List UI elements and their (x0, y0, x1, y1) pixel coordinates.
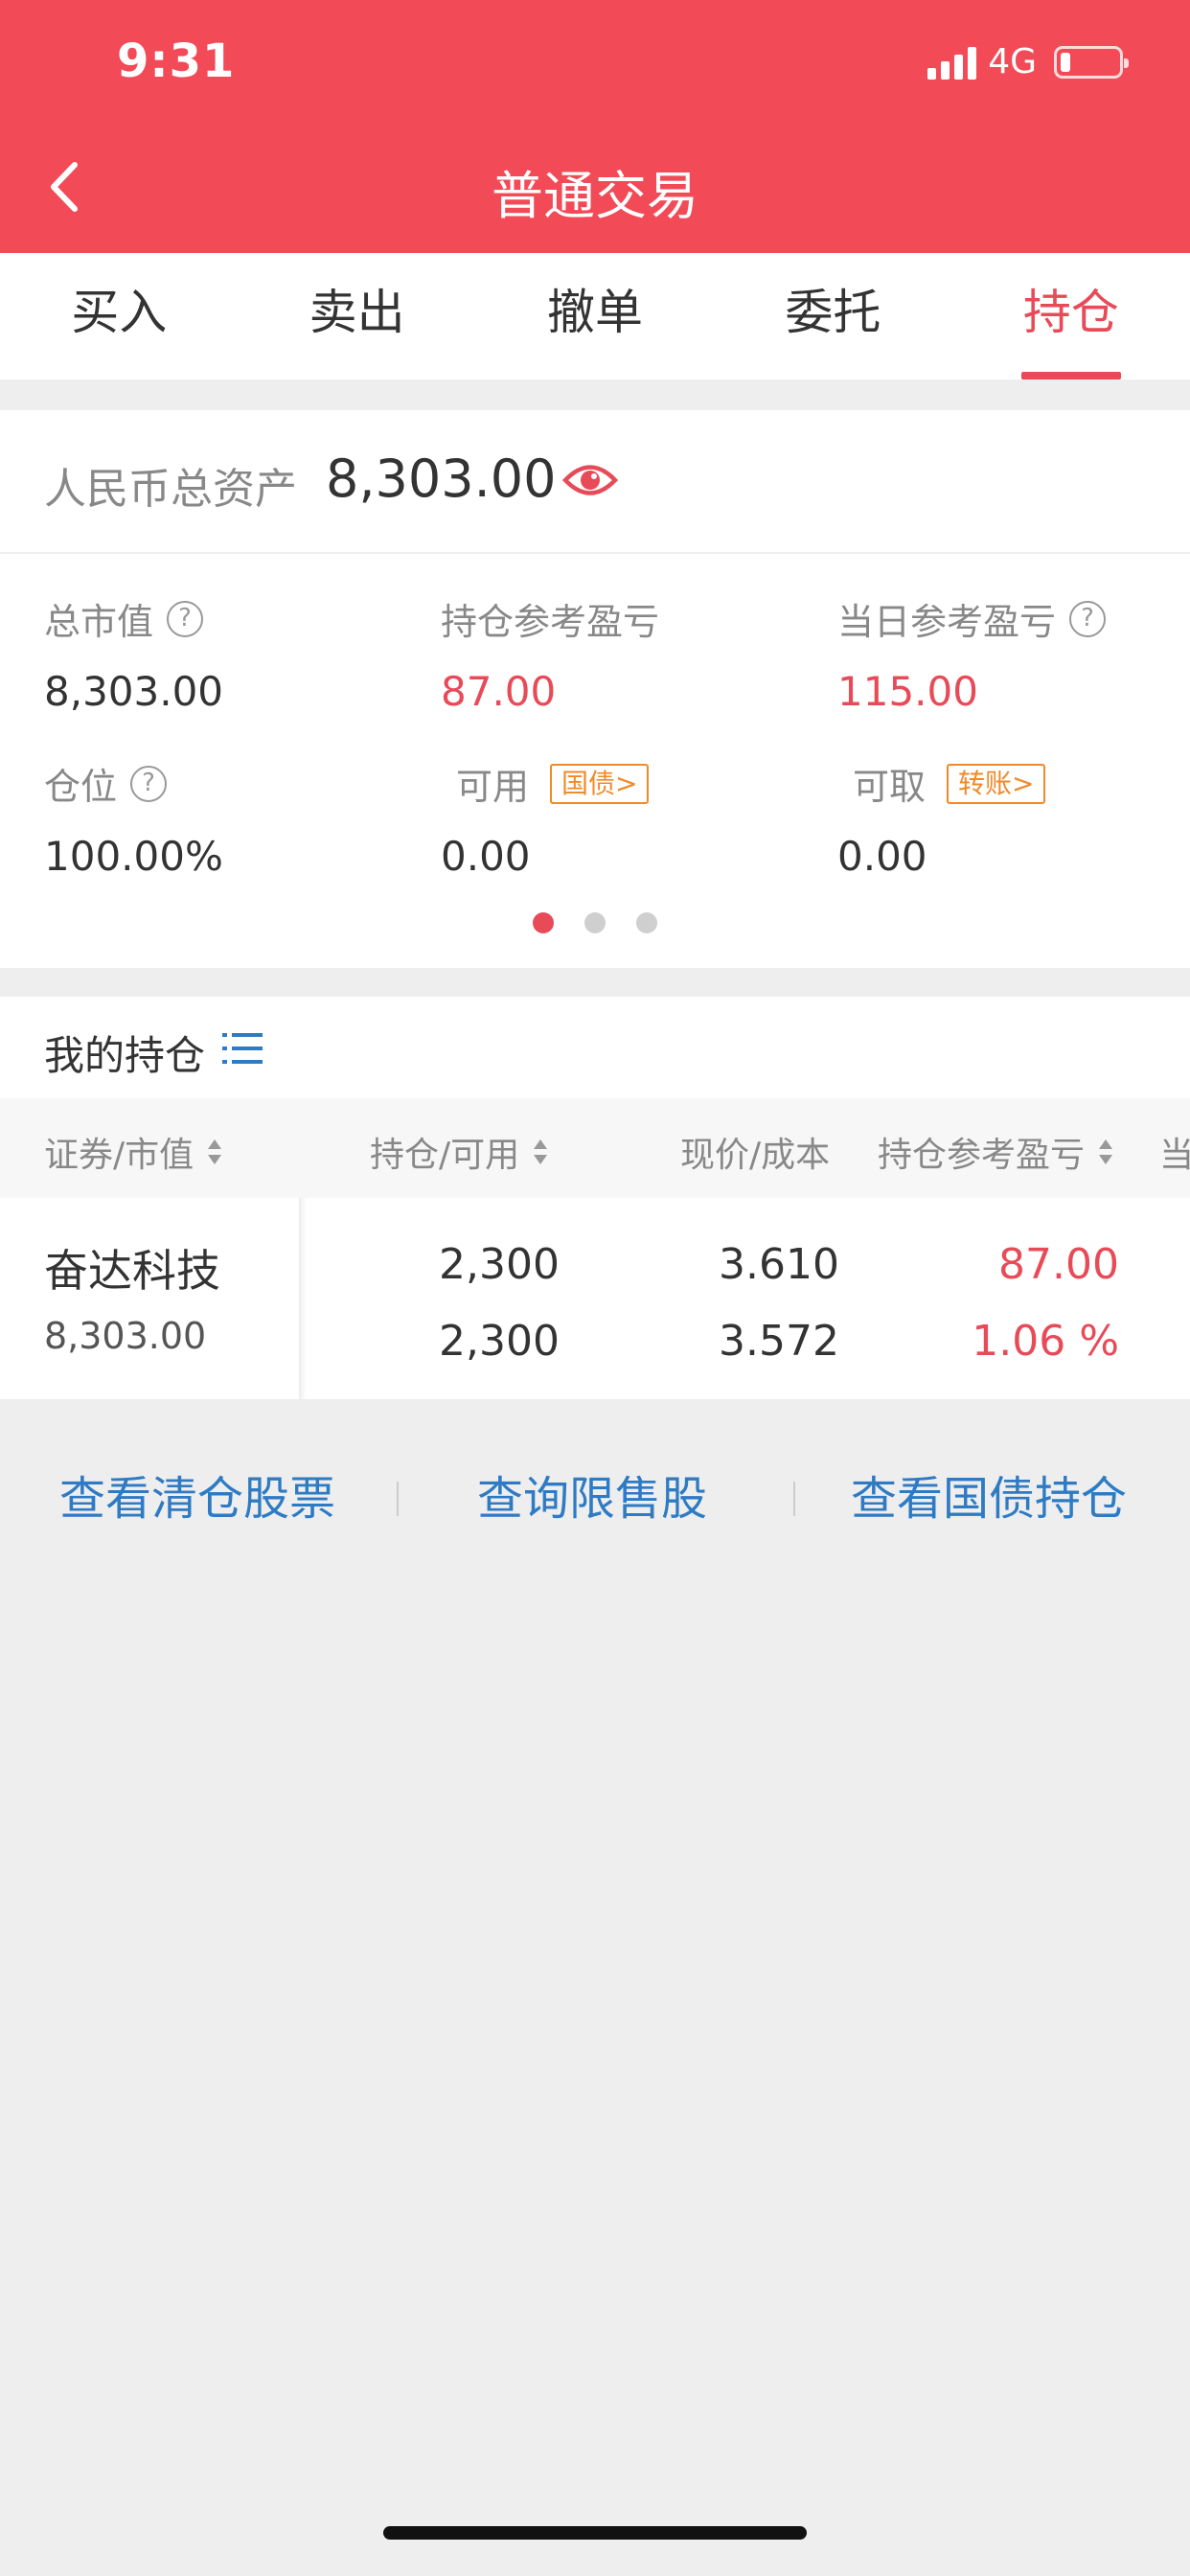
app-header: 9:31 4G 普通交易 (0, 0, 1190, 253)
sort-icon (208, 1139, 222, 1164)
cost-price: 3.572 (719, 1317, 839, 1366)
tab-holdings[interactable]: 持仓 (952, 253, 1190, 380)
stat-value: 8,303.00 (44, 668, 224, 715)
stock-market-value: 8,303.00 (44, 1315, 207, 1357)
status-time: 9:31 (117, 34, 236, 88)
stat-available: 可用 国债> 0.00 (441, 757, 650, 880)
total-assets-label: 人民币总资产 (44, 465, 297, 514)
tab-cancel[interactable]: 撤单 (476, 253, 714, 380)
stat-label: 可取 (853, 766, 927, 808)
battery-icon (1054, 45, 1129, 79)
table-row[interactable]: 奋达科技 8,303.00 2,300 2,300 3.610 3.572 87… (0, 1198, 1190, 1399)
list-icon[interactable] (222, 1031, 263, 1066)
position-qty: 2,300 (439, 1240, 560, 1289)
signal-icon (927, 45, 977, 80)
stat-label: 可用 (456, 766, 530, 808)
tab-orders[interactable]: 委托 (714, 253, 951, 380)
holdings-column-header: 证券/市值 持仓/可用 现价/成本 持仓参考盈亏 当 (0, 1098, 1190, 1198)
stat-withdrawable: 可取 转账> 0.00 (837, 757, 1046, 880)
position-pnl: 87.00 (998, 1240, 1119, 1289)
col-price[interactable]: 现价/成本 (680, 1127, 830, 1177)
sort-icon (1099, 1139, 1113, 1164)
page-indicator (0, 912, 1190, 933)
view-cleared-stocks-link[interactable]: 查看清仓股票 (59, 1460, 335, 1528)
col-daily-truncated[interactable]: 当 (1159, 1127, 1190, 1177)
page-dot (533, 912, 554, 933)
assets-card[interactable]: 人民币总资产 8,303.00 总市值? 8,303.00 持仓参考盈亏 87.… (0, 410, 1190, 968)
link-separator (793, 1482, 795, 1516)
stat-value: 115.00 (837, 668, 978, 715)
link-separator (397, 1482, 399, 1516)
stat-position-ratio: 仓位? 100.00% (44, 757, 223, 880)
total-assets-value: 8,303.00 (326, 448, 557, 509)
position-pnl-percent: 1.06 % (972, 1317, 1119, 1366)
current-price: 3.610 (719, 1240, 839, 1289)
holdings-title: 我的持仓 (44, 1032, 206, 1079)
page-dot (636, 912, 657, 933)
page-dot (584, 912, 606, 933)
stat-daily-pnl: 当日参考盈亏? 115.00 (837, 592, 1107, 715)
help-icon[interactable]: ? (130, 765, 168, 802)
page-title: 普通交易 (492, 166, 698, 226)
status-indicators: 4G (927, 42, 1129, 81)
col-pnl[interactable]: 持仓参考盈亏 (878, 1127, 1115, 1177)
trade-tabs: 买入 卖出 撤单 委托 持仓 (0, 253, 1190, 380)
query-restricted-stocks-link[interactable]: 查询限售股 (477, 1460, 707, 1528)
tab-sell[interactable]: 卖出 (238, 253, 475, 380)
stat-value: 100.00% (44, 833, 223, 880)
stat-market-value: 总市值? 8,303.00 (44, 592, 223, 715)
col-security[interactable]: 证券/市值 (44, 1127, 224, 1177)
transfer-tag-button[interactable]: 转账> (947, 763, 1046, 804)
help-icon[interactable]: ? (1069, 600, 1107, 637)
view-bond-holdings-link[interactable]: 查看国债持仓 (851, 1460, 1127, 1528)
tab-buy[interactable]: 买入 (0, 253, 238, 380)
stat-label: 持仓参考盈亏 (441, 601, 660, 643)
col-position[interactable]: 持仓/可用 (370, 1127, 550, 1177)
sort-icon (534, 1139, 548, 1164)
footer-links: 查看清仓股票 查询限售股 查看国债持仓 (0, 1399, 1190, 1572)
stat-label: 总市值 (44, 601, 154, 643)
stock-name: 奋达科技 (44, 1245, 220, 1297)
available-qty: 2,300 (439, 1317, 560, 1366)
holdings-section: 我的持仓 证券/市值 持仓/可用 现价/成本 持仓参考盈亏 当 奋达科技 8,3… (0, 997, 1190, 1399)
stat-value: 0.00 (837, 833, 927, 880)
row-divider (299, 1198, 307, 1399)
stat-value: 87.00 (441, 668, 557, 715)
network-type: 4G (988, 42, 1037, 81)
eye-icon[interactable] (561, 456, 619, 504)
stat-label: 当日参考盈亏 (837, 601, 1057, 643)
total-assets-row: 人民币总资产 8,303.00 (0, 410, 1190, 554)
home-indicator[interactable] (383, 2526, 807, 2540)
stat-label: 仓位 (44, 766, 118, 808)
stat-position-pnl: 持仓参考盈亏 87.00 (441, 592, 659, 715)
stat-value: 0.00 (441, 833, 531, 880)
bond-tag-button[interactable]: 国债> (550, 763, 650, 804)
help-icon[interactable]: ? (167, 600, 204, 637)
